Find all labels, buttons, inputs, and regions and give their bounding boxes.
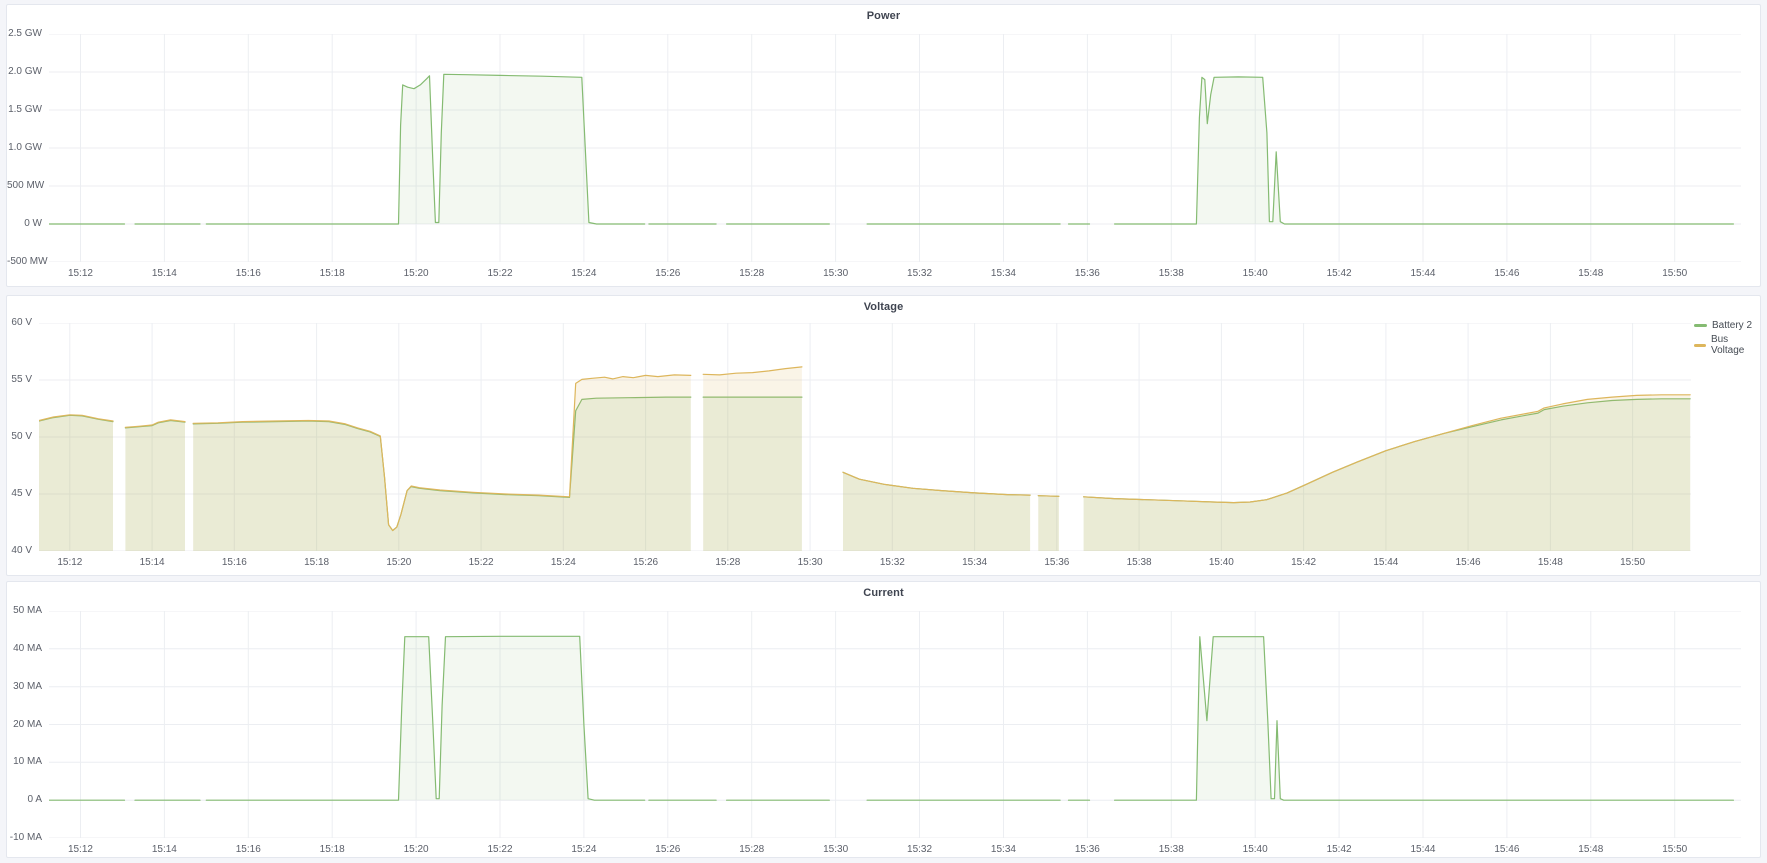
current-x-axis-tick-label: 15:34 bbox=[978, 844, 1028, 856]
voltage-x-axis-tick-label: 15:22 bbox=[456, 557, 506, 569]
power-x-axis-tick-label: 15:16 bbox=[223, 268, 273, 280]
current-chart-plot[interactable] bbox=[49, 611, 1741, 838]
current-y-axis-tick-label: 20 MA bbox=[7, 719, 42, 731]
bus-voltage-series-color-swatch bbox=[1694, 344, 1706, 347]
voltage-x-axis-tick-label: 15:42 bbox=[1279, 557, 1329, 569]
power-x-axis-tick-label: 15:40 bbox=[1230, 268, 1280, 280]
current-x-axis-tick-label: 15:20 bbox=[391, 844, 441, 856]
power-x-axis-tick-label: 15:20 bbox=[391, 268, 441, 280]
current-y-axis-tick-label: 30 MA bbox=[7, 681, 42, 693]
power-x-axis-tick-label: 15:50 bbox=[1650, 268, 1700, 280]
current-x-axis-tick-label: 15:46 bbox=[1482, 844, 1532, 856]
voltage-x-axis-tick-label: 15:44 bbox=[1361, 557, 1411, 569]
power-y-axis-tick-label: 1.0 GW bbox=[7, 142, 42, 154]
current-x-axis-tick-label: 15:38 bbox=[1146, 844, 1196, 856]
current-x-axis-tick-label: 15:50 bbox=[1650, 844, 1700, 856]
power-x-axis-tick-label: 15:42 bbox=[1314, 268, 1364, 280]
current-x-axis-tick-label: 15:42 bbox=[1314, 844, 1364, 856]
voltage-x-axis-tick-label: 15:36 bbox=[1032, 557, 1082, 569]
power-x-axis-tick-label: 15:26 bbox=[643, 268, 693, 280]
power-x-axis-tick-label: 15:18 bbox=[307, 268, 357, 280]
voltage-chart-legend: Battery 2 Bus Voltage bbox=[1694, 320, 1760, 356]
power-x-axis-tick-label: 15:44 bbox=[1398, 268, 1448, 280]
current-panel: Current 50 MA 40 MA 30 MA 20 MA 10 MA 0 A -10 … bbox=[6, 581, 1761, 858]
legend-item-battery-2[interactable]: Battery 2 bbox=[1694, 320, 1760, 331]
power-x-axis-tick-label: 15:46 bbox=[1482, 268, 1532, 280]
power-y-axis-tick-label: 2.5 GW bbox=[7, 28, 42, 40]
current-x-axis-tick-label: 15:22 bbox=[475, 844, 525, 856]
voltage-panel-title[interactable]: Voltage bbox=[7, 301, 1760, 313]
power-y-axis-tick-label: 2.0 GW bbox=[7, 66, 42, 78]
voltage-x-axis-tick-label: 15:20 bbox=[374, 557, 424, 569]
battery-2-series-color-swatch bbox=[1694, 324, 1707, 327]
voltage-x-axis-tick-label: 15:14 bbox=[127, 557, 177, 569]
legend-label-battery-2: Battery 2 bbox=[1712, 320, 1752, 331]
voltage-y-axis-tick-label: 55 V bbox=[7, 374, 32, 386]
current-y-axis-tick-label: 0 A bbox=[7, 794, 42, 806]
power-y-axis-tick-label: 0 W bbox=[7, 218, 42, 230]
power-y-axis-tick-label: 1.5 GW bbox=[7, 104, 42, 116]
voltage-y-axis-tick-label: 45 V bbox=[7, 488, 32, 500]
voltage-x-axis-tick-label: 15:46 bbox=[1443, 557, 1493, 569]
current-x-axis-tick-label: 15:48 bbox=[1566, 844, 1616, 856]
current-x-axis-tick-label: 15:28 bbox=[727, 844, 777, 856]
voltage-x-axis-tick-label: 15:18 bbox=[292, 557, 342, 569]
voltage-x-axis-tick-label: 15:38 bbox=[1114, 557, 1164, 569]
voltage-x-axis-tick-label: 15:28 bbox=[703, 557, 753, 569]
current-x-axis-tick-label: 15:18 bbox=[307, 844, 357, 856]
power-x-axis-tick-label: 15:38 bbox=[1146, 268, 1196, 280]
power-x-axis-tick-label: 15:28 bbox=[727, 268, 777, 280]
current-x-axis-tick-label: 15:16 bbox=[223, 844, 273, 856]
voltage-x-axis-tick-label: 15:34 bbox=[950, 557, 1000, 569]
current-x-axis-tick-label: 15:26 bbox=[643, 844, 693, 856]
power-x-axis-tick-label: 15:48 bbox=[1566, 268, 1616, 280]
power-panel: Power 2.5 GW 2.0 GW 1.5 GW 1.0 GW 500 MW 0 W -… bbox=[6, 4, 1761, 287]
power-x-axis-tick-label: 15:30 bbox=[811, 268, 861, 280]
voltage-x-axis-tick-label: 15:24 bbox=[538, 557, 588, 569]
power-x-axis-tick-label: 15:34 bbox=[978, 268, 1028, 280]
current-x-axis-tick-label: 15:40 bbox=[1230, 844, 1280, 856]
current-x-axis-tick-label: 15:36 bbox=[1062, 844, 1112, 856]
voltage-x-axis-tick-label: 15:12 bbox=[45, 557, 95, 569]
legend-item-bus-voltage[interactable]: Bus Voltage bbox=[1694, 334, 1760, 356]
current-x-axis-tick-label: 15:24 bbox=[559, 844, 609, 856]
power-x-axis-tick-label: 15:12 bbox=[55, 268, 105, 280]
voltage-x-axis-tick-label: 15:26 bbox=[621, 557, 671, 569]
power-x-axis-tick-label: 15:24 bbox=[559, 268, 609, 280]
current-y-axis-tick-label: -10 MA bbox=[7, 832, 42, 844]
current-y-axis-tick-label: 50 MA bbox=[7, 605, 42, 617]
power-x-axis-tick-label: 15:22 bbox=[475, 268, 525, 280]
voltage-x-axis-tick-label: 15:30 bbox=[785, 557, 835, 569]
current-x-axis-tick-label: 15:14 bbox=[139, 844, 189, 856]
current-panel-title[interactable]: Current bbox=[7, 587, 1760, 599]
power-x-axis-tick-label: 15:36 bbox=[1062, 268, 1112, 280]
voltage-x-axis-tick-label: 15:16 bbox=[209, 557, 259, 569]
voltage-y-axis-tick-label: 50 V bbox=[7, 431, 32, 443]
voltage-x-axis-tick-label: 15:50 bbox=[1608, 557, 1658, 569]
current-x-axis-tick-label: 15:44 bbox=[1398, 844, 1448, 856]
voltage-panel: Voltage Battery 2 Bus Voltage 60 V 55 V 50… bbox=[6, 295, 1761, 576]
voltage-x-axis-tick-label: 15:40 bbox=[1196, 557, 1246, 569]
legend-label-bus-voltage: Bus Voltage bbox=[1711, 334, 1760, 356]
current-y-axis-tick-label: 40 MA bbox=[7, 643, 42, 655]
power-x-axis-tick-label: 15:32 bbox=[895, 268, 945, 280]
voltage-x-axis-tick-label: 15:48 bbox=[1525, 557, 1575, 569]
current-x-axis-tick-label: 15:30 bbox=[811, 844, 861, 856]
power-chart-plot[interactable] bbox=[49, 34, 1741, 262]
current-x-axis-tick-label: 15:32 bbox=[895, 844, 945, 856]
power-x-axis-tick-label: 15:14 bbox=[139, 268, 189, 280]
voltage-chart-plot[interactable] bbox=[39, 323, 1691, 551]
voltage-x-axis-tick-label: 15:32 bbox=[867, 557, 917, 569]
current-y-axis-tick-label: 10 MA bbox=[7, 756, 42, 768]
voltage-y-axis-tick-label: 60 V bbox=[7, 317, 32, 329]
current-x-axis-tick-label: 15:12 bbox=[55, 844, 105, 856]
power-y-axis-tick-label: 500 MW bbox=[7, 180, 42, 192]
power-y-axis-tick-label: -500 MW bbox=[7, 256, 42, 268]
voltage-y-axis-tick-label: 40 V bbox=[7, 545, 32, 557]
power-panel-title[interactable]: Power bbox=[7, 10, 1760, 22]
